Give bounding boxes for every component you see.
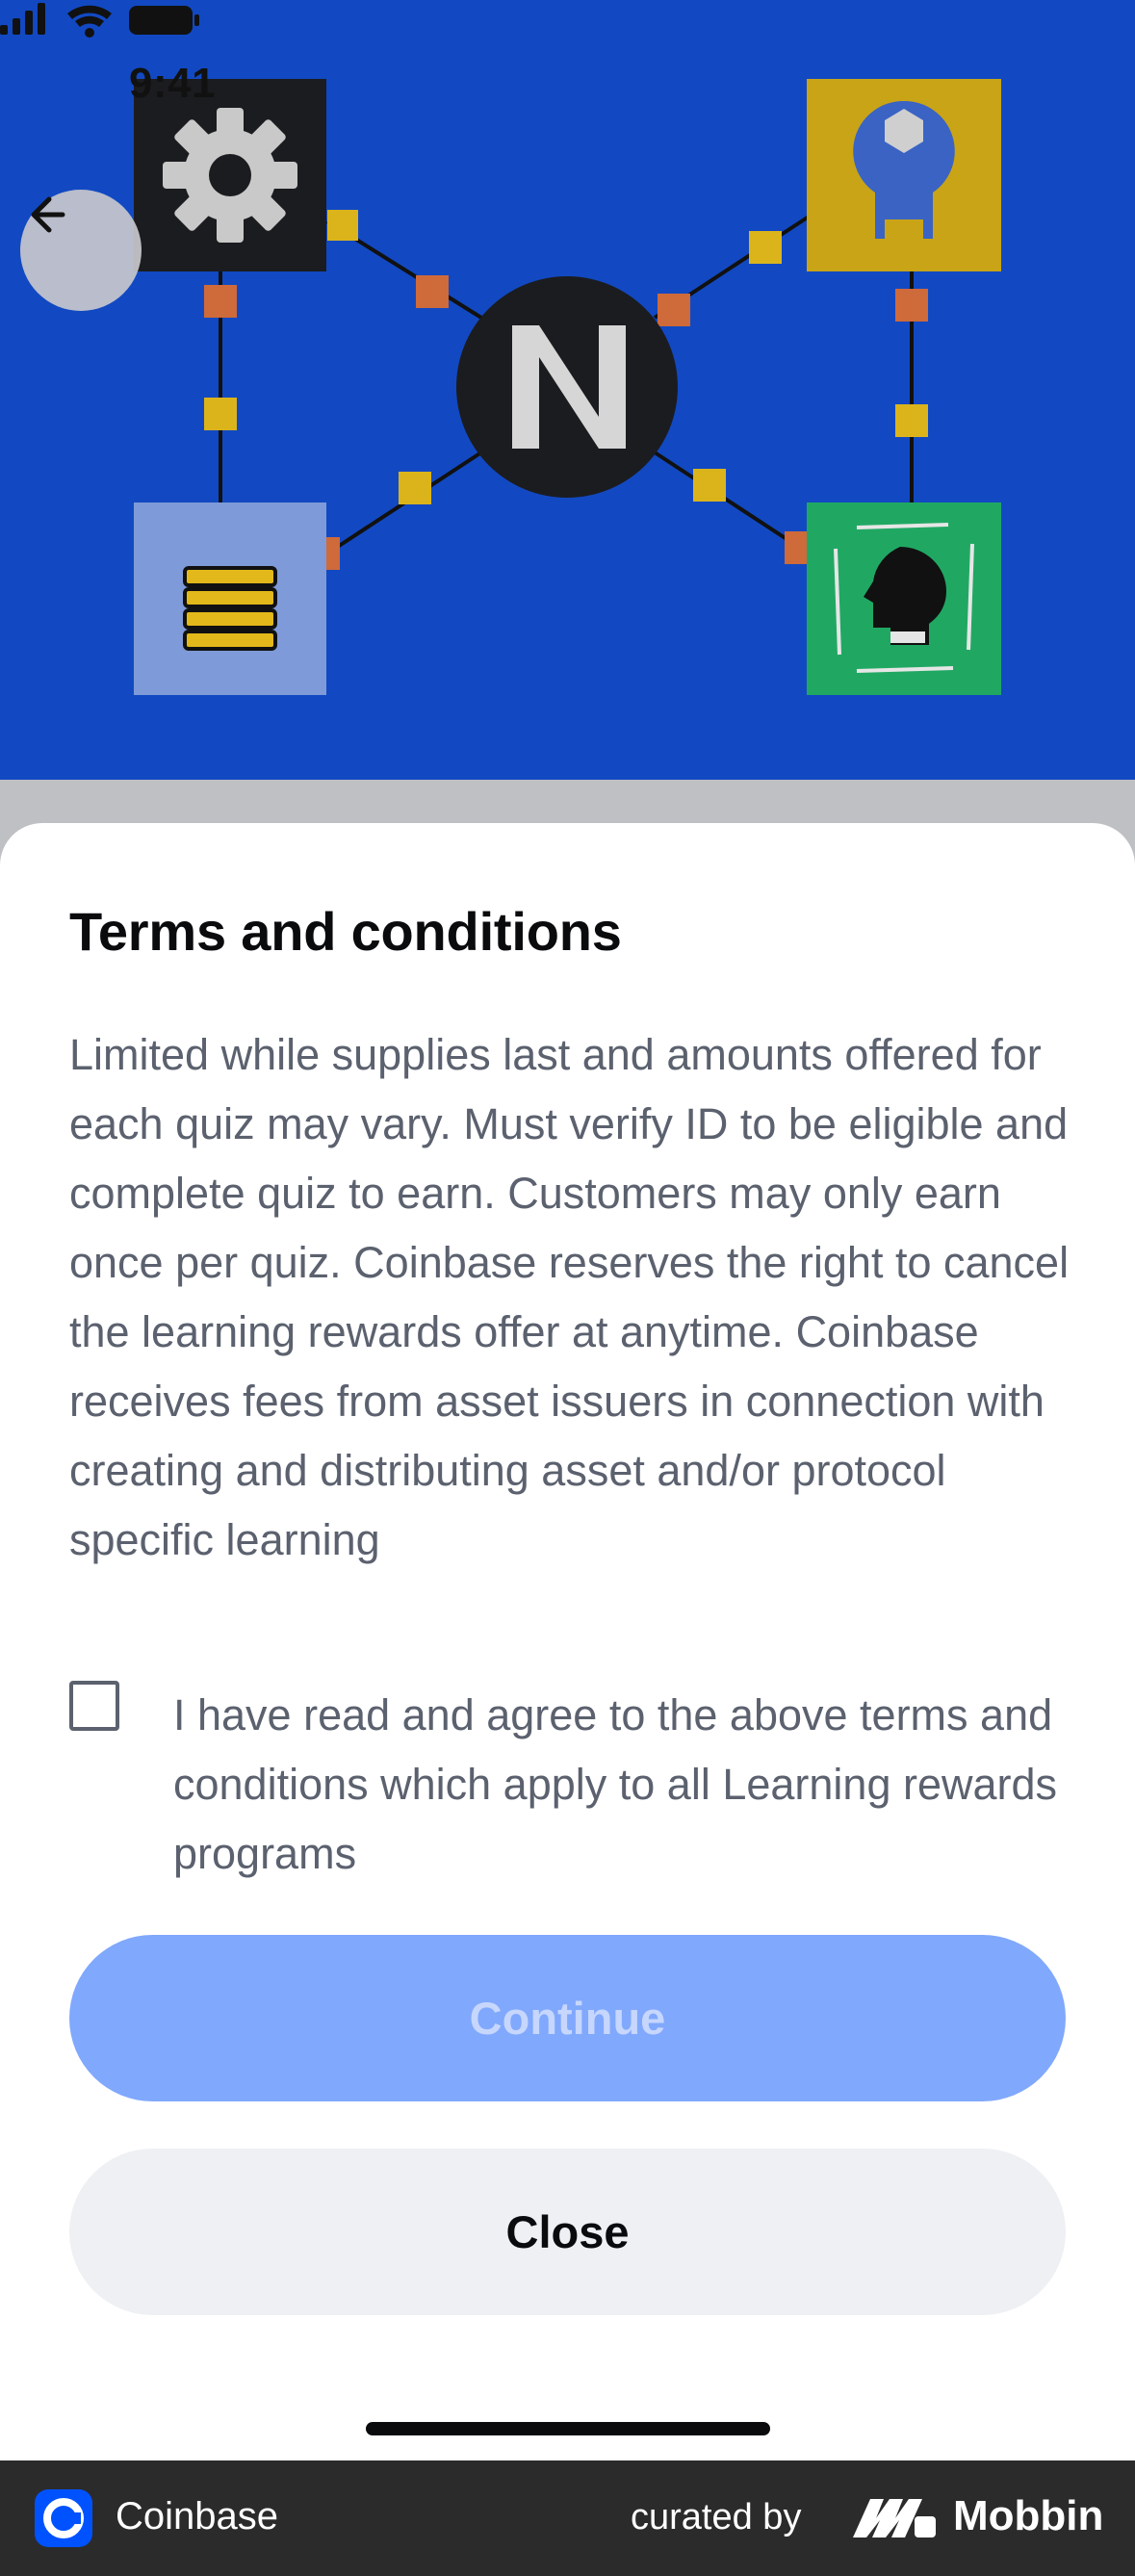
status-time: 9:41 [129, 60, 217, 107]
coinbase-logo-icon [35, 2489, 92, 2547]
network-illustration [134, 79, 1001, 695]
footer-bar: Coinbase curated by Mobbin [0, 2460, 1135, 2576]
status-icons [0, 3, 199, 38]
battery-icon [129, 6, 199, 35]
signal-icon [0, 3, 45, 35]
mobbin-logo-icon [853, 2499, 936, 2537]
arrow-left-icon [31, 196, 65, 233]
agree-label[interactable]: I have read and agree to the above terms… [173, 1681, 1135, 1889]
close-button[interactable]: Close [69, 2149, 1066, 2315]
footer-curated-by: curated by [631, 2497, 802, 2537]
wifi-icon [67, 5, 112, 38]
back-button[interactable] [20, 190, 142, 311]
footer-brand: Mobbin [953, 2492, 1104, 2539]
terms-text: Limited while supplies last and amounts … [69, 1030, 1070, 1564]
footer-app-name: Coinbase [116, 2495, 279, 2537]
agree-row[interactable]: I have read and agree to the above terms… [69, 1681, 1109, 1893]
continue-button[interactable]: Continue [69, 1935, 1066, 2101]
sheet-title: Terms and conditions [69, 901, 622, 962]
home-indicator [366, 2422, 770, 2435]
hero-illustration: 9:41 [0, 0, 1135, 780]
agree-checkbox[interactable] [69, 1681, 119, 1731]
